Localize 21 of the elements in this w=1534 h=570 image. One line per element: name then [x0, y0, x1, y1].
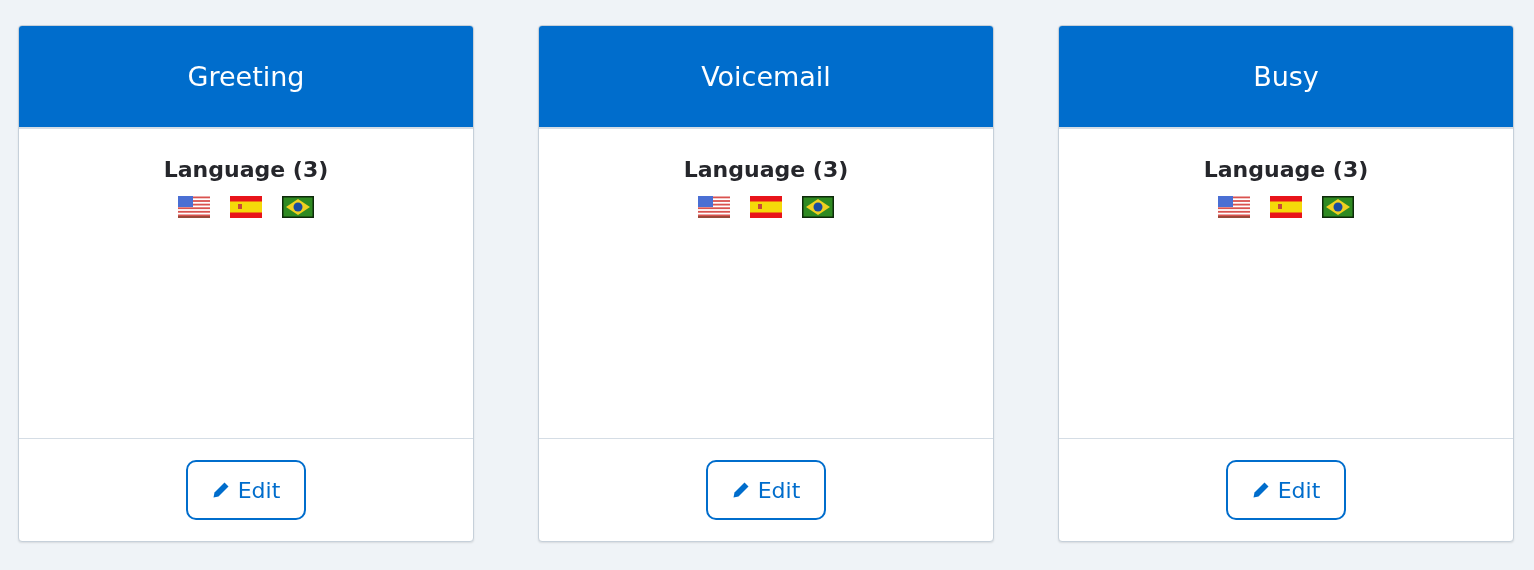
edit-button[interactable]: Edit: [1226, 460, 1346, 520]
brazil-flag-icon: [802, 196, 834, 218]
spain-flag-icon: [230, 196, 262, 218]
us-flag-icon: [178, 196, 210, 218]
brazil-flag-icon: [1322, 196, 1354, 218]
spain-flag-icon: [1270, 196, 1302, 218]
pencil-icon: [1251, 481, 1270, 499]
edit-button[interactable]: Edit: [186, 460, 306, 520]
pencil-icon: [211, 481, 230, 499]
card-title: Busy: [1059, 26, 1513, 129]
card-title: Greeting: [19, 26, 473, 129]
us-flag-icon: [1218, 196, 1250, 218]
pencil-icon: [731, 481, 750, 499]
brazil-flag-icon: [282, 196, 314, 218]
us-flag-icon: [698, 196, 730, 218]
spain-flag-icon: [750, 196, 782, 218]
language-label: Language (3): [1203, 157, 1369, 182]
language-label: Language (3): [683, 157, 849, 182]
card-title: Voicemail: [539, 26, 993, 129]
language-label: Language (3): [163, 157, 329, 182]
edit-button[interactable]: Edit: [706, 460, 826, 520]
